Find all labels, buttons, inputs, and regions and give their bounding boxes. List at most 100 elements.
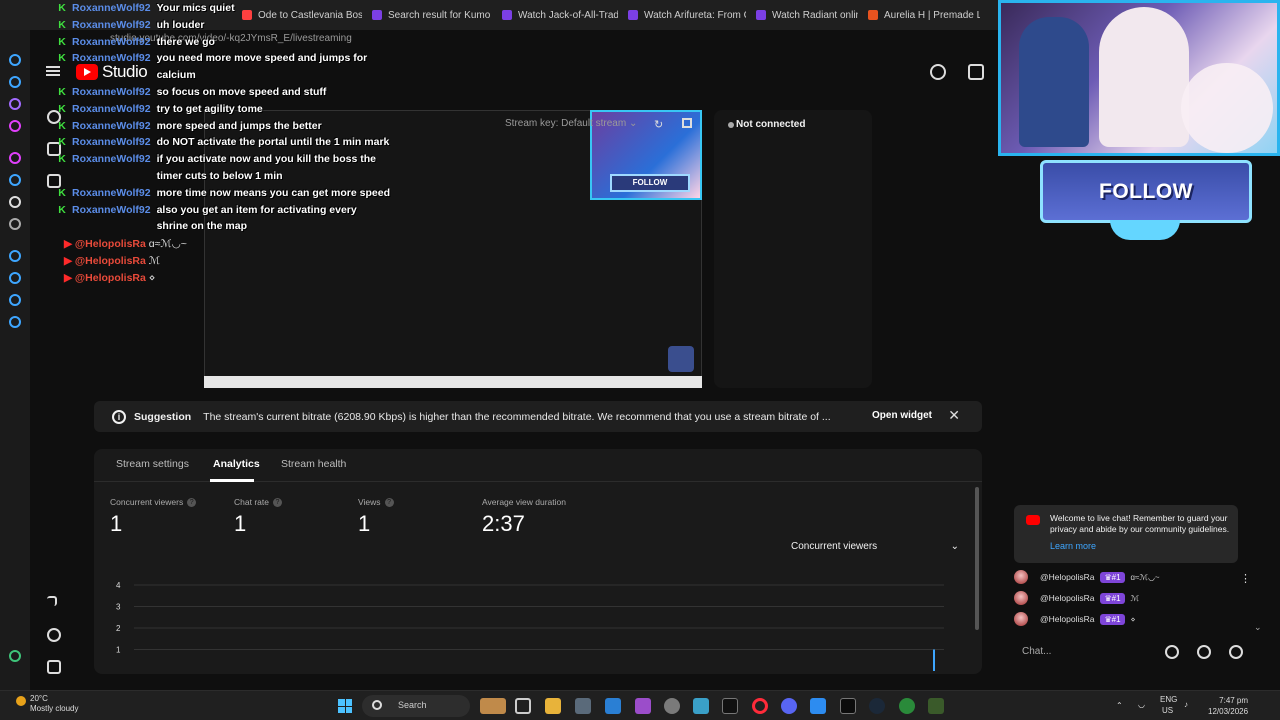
terminal-icon[interactable]: [840, 698, 856, 714]
discord-icon[interactable]: [781, 698, 797, 714]
kick-badge-icon: K: [58, 153, 66, 166]
info-icon: i: [112, 409, 126, 424]
more-options-icon[interactable]: ⋮: [1240, 572, 1251, 585]
weather-desc: Mostly cloudy: [30, 704, 79, 713]
steam-icon[interactable]: [869, 698, 885, 714]
sidebar-app-icon[interactable]: [9, 650, 21, 662]
help-icon[interactable]: ?: [187, 497, 197, 507]
learn-more-link[interactable]: Learn more: [1050, 541, 1096, 551]
search-label: Search: [398, 700, 427, 710]
chevron-down-icon[interactable]: ⌄: [1254, 622, 1262, 633]
settings-icon[interactable]: [47, 628, 61, 642]
chat-message-row[interactable]: @HelopolisRa ♛#1 ⋄: [1012, 611, 1252, 627]
tab-analytics[interactable]: Analytics: [213, 458, 260, 470]
emoji-icon[interactable]: [1165, 645, 1179, 659]
task-view-icon[interactable]: [515, 698, 531, 714]
sidebar-app-icon[interactable]: [9, 294, 21, 306]
sidebar-app-icon[interactable]: [9, 98, 21, 110]
opera-icon[interactable]: [752, 698, 768, 714]
member-badge: ♛#1: [1100, 613, 1125, 625]
messenger-icon[interactable]: [9, 174, 21, 186]
panel-scrollbar[interactable]: [975, 487, 979, 630]
tab-label: Watch Jack-of-All-Trades: [518, 9, 618, 21]
chat-input[interactable]: Chat...: [1012, 640, 1162, 664]
settings-icon[interactable]: [9, 316, 21, 328]
chat-username: RoxanneWolf92: [72, 153, 151, 166]
avatar: [1014, 591, 1028, 605]
browser-tab[interactable]: Watch Radiant online free: [746, 0, 858, 30]
stream-key-selector[interactable]: Stream key: Default stream ⌄: [505, 118, 637, 129]
media-player-icon[interactable]: [605, 698, 621, 714]
browser-tab[interactable]: Aurelia H | Premade Live2: [858, 0, 980, 30]
sidebar-app-icon[interactable]: [9, 54, 21, 66]
tab-label: Watch Arifureta: From Cor: [644, 9, 746, 21]
metric-label: Concurrent viewers: [110, 497, 184, 507]
chat-message-row[interactable]: @HelopolisRa ♛#1 ɑ≈ℳ◡~: [1012, 569, 1252, 585]
help-icon[interactable]: ?: [272, 497, 282, 507]
discord-icon[interactable]: [9, 218, 21, 230]
overlay-chat-row: K RoxanneWolf92 more speed and jumps the b…: [58, 118, 398, 135]
tab-label: Aurelia H | Premade Live2: [884, 9, 980, 21]
analytics-panel: Stream settings Analytics Stream health …: [94, 449, 982, 674]
connection-status-card: Not connected: [714, 110, 872, 388]
sidebar-app-icon[interactable]: [9, 272, 21, 284]
open-widget-button[interactable]: Open widget: [866, 407, 938, 424]
terminal-icon[interactable]: [722, 698, 738, 714]
clock[interactable]: 7:47 pm 12/03/2026: [1208, 695, 1248, 717]
sidebar-app-icon[interactable]: [9, 120, 21, 132]
sidebar-app-icon[interactable]: [9, 152, 21, 164]
game-app-icon[interactable]: [480, 698, 506, 714]
chat-message: do NOT activate the portal until the 1 m…: [156, 136, 390, 149]
popout-icon[interactable]: [682, 118, 692, 128]
taskbar-search[interactable]: Search: [362, 695, 470, 717]
help-icon[interactable]: ?: [384, 497, 394, 507]
feedback-icon[interactable]: [47, 660, 61, 674]
figure-image: [1019, 17, 1089, 147]
avatar: [1014, 570, 1028, 584]
preview-taskbar-strip: [204, 376, 702, 388]
youtube-badge-icon: ▶: [64, 255, 73, 267]
chart-y-tick-label: 4: [116, 581, 121, 590]
active-tab-indicator: [210, 479, 254, 482]
external-link-icon[interactable]: [47, 596, 57, 606]
x-icon[interactable]: [9, 196, 21, 208]
settings-icon[interactable]: [575, 698, 591, 714]
overlay-chat-row: K RoxanneWolf92 do NOT activate the portal…: [58, 134, 398, 151]
weather-widget[interactable]: 20°C Mostly cloudy: [16, 694, 79, 714]
chat-username: RoxanneWolf92: [72, 203, 151, 216]
browser-tab[interactable]: Watch Arifureta: From Cor: [618, 0, 746, 30]
close-icon[interactable]: ✕: [948, 408, 960, 422]
add-icon[interactable]: [1197, 645, 1211, 659]
sidebar-app-icon[interactable]: [9, 250, 21, 262]
badge-text: #1: [1111, 572, 1121, 582]
app-icon[interactable]: [928, 698, 944, 714]
refresh-icon[interactable]: ↻: [654, 118, 663, 131]
sidebar-app-icon[interactable]: [9, 76, 21, 88]
chat-username: RoxanneWolf92: [72, 102, 151, 115]
member-badge: ♛#1: [1100, 592, 1125, 604]
app-icon[interactable]: [693, 698, 709, 714]
start-icon[interactable]: [338, 699, 352, 713]
metric-label: Average view duration: [482, 497, 566, 507]
metric-chat-rate: Chat rate? 1: [234, 497, 282, 537]
tab-stream-settings[interactable]: Stream settings: [116, 458, 189, 470]
tab-stream-health[interactable]: Stream health: [281, 458, 346, 470]
welcome-text: Welcome to live chat! Remember to guard …: [1050, 513, 1230, 534]
clapperboard-icon[interactable]: [968, 64, 984, 80]
webcam-overlay-image: [998, 0, 1280, 156]
app-icon[interactable]: [664, 698, 680, 714]
timer-icon[interactable]: [930, 64, 946, 80]
app-icon[interactable]: [810, 698, 826, 714]
overlay-chat-row: K RoxanneWolf92 uh louder: [58, 17, 398, 34]
app-icon[interactable]: [635, 698, 651, 714]
heart-icon[interactable]: [1229, 645, 1243, 659]
chat-message-row[interactable]: @HelopolisRa ♛#1 ℳ: [1012, 590, 1252, 606]
volume-icon: ♪: [1184, 700, 1188, 709]
chat-username: RoxanneWolf92: [72, 52, 151, 65]
kick-badge-icon: K: [58, 102, 66, 115]
file-explorer-icon[interactable]: [545, 698, 561, 714]
metric-selector[interactable]: Concurrent viewers ⌄: [791, 541, 959, 552]
app-icon[interactable]: [899, 698, 915, 714]
chat-username: @HelopolisRa: [1040, 614, 1095, 624]
browser-tab[interactable]: Watch Jack-of-All-Trades: [492, 0, 618, 30]
